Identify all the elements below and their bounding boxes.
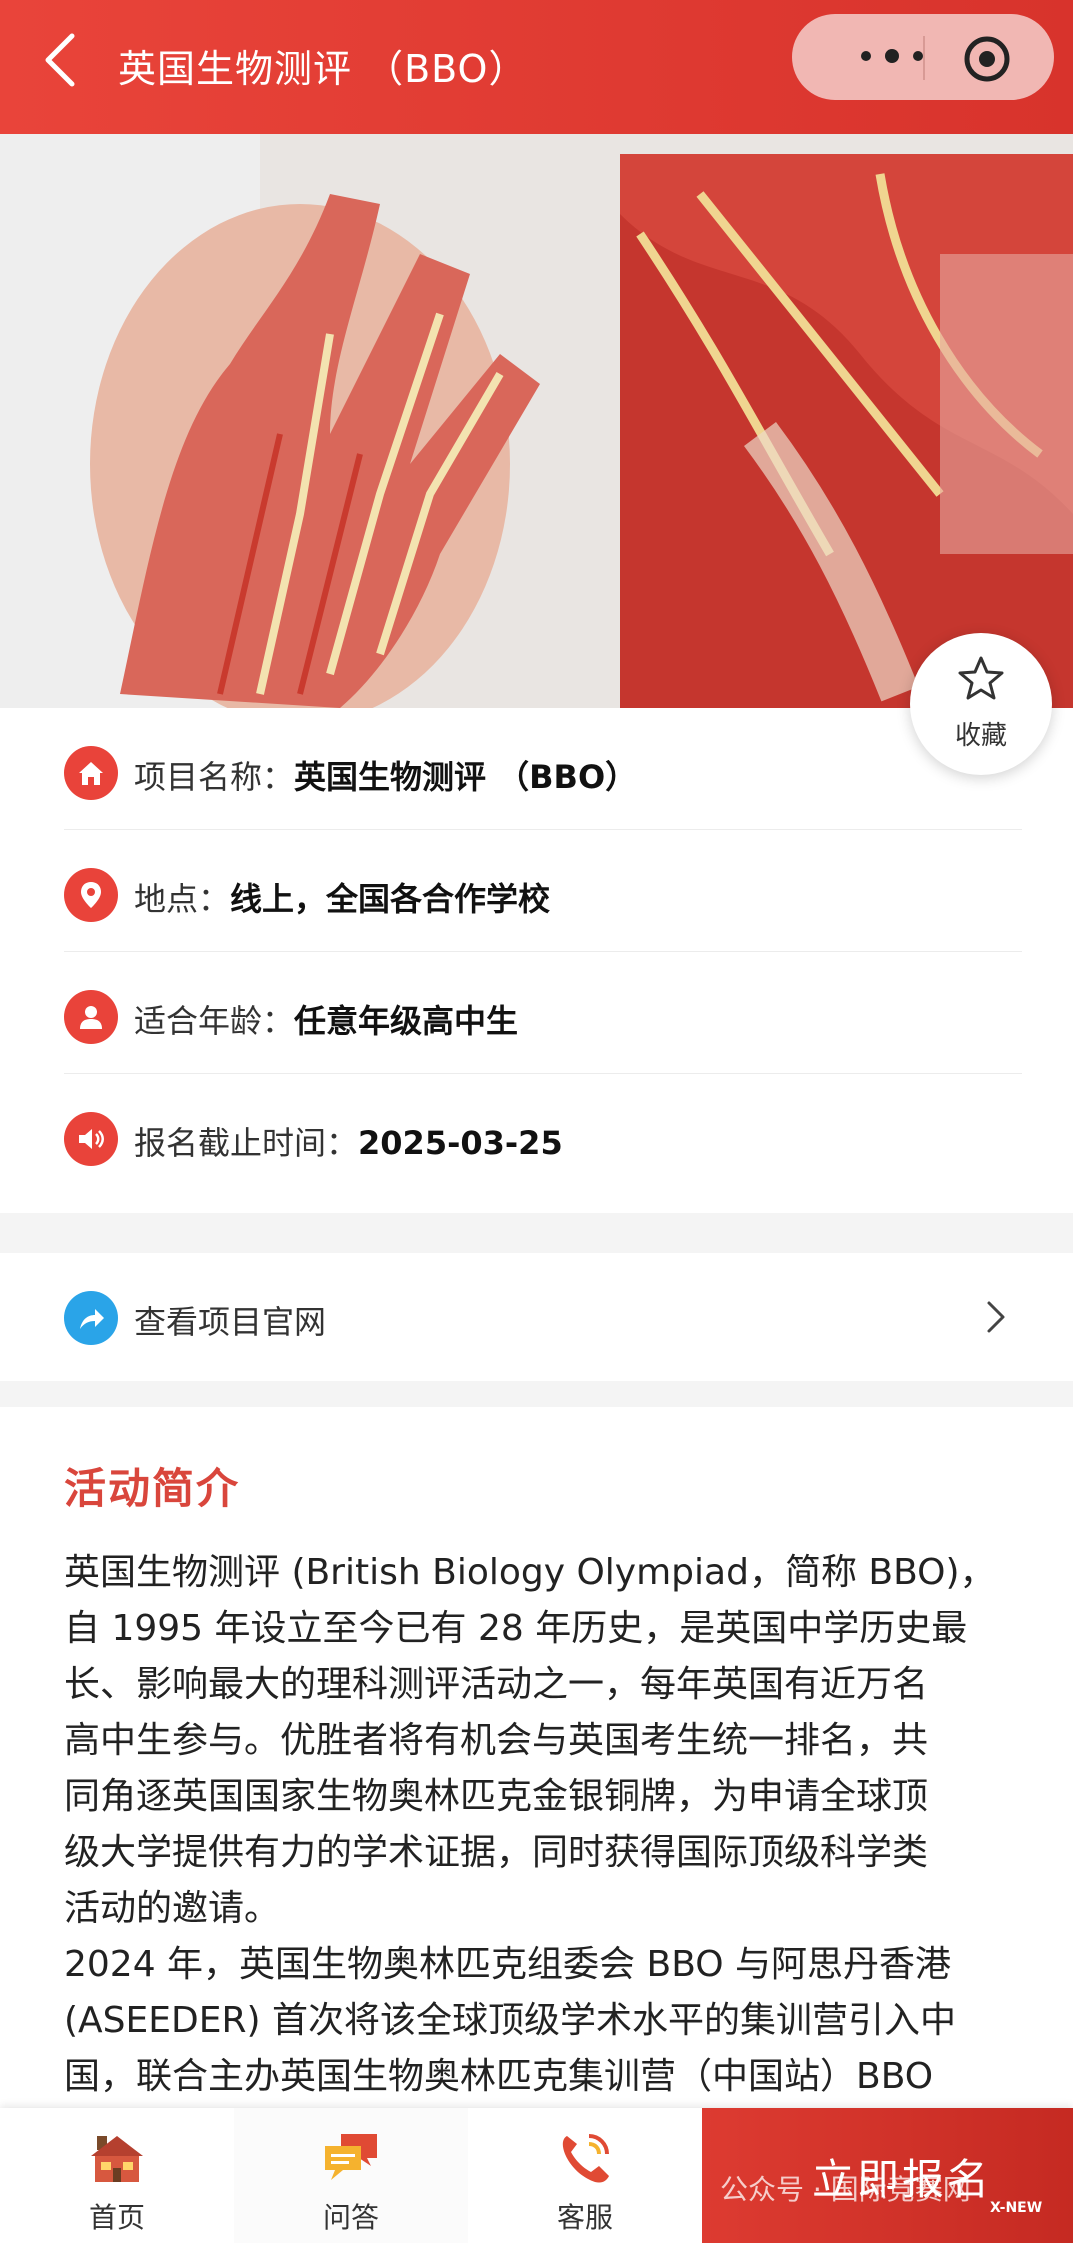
hero-image — [0, 134, 1073, 708]
intro-line: 活动的邀请。 — [64, 1888, 281, 1929]
info-row-age: 适合年龄：任意年级高中生 — [64, 952, 1022, 1074]
phone-icon — [562, 2134, 609, 2183]
user-icon — [64, 990, 118, 1044]
tab-home[interactable]: 首页 — [0, 2108, 234, 2243]
watermark-text: 公众号 · 国际竞赛网 — [720, 2173, 971, 2206]
info-value: 线上，全国各合作学校 — [230, 880, 551, 918]
more-dots-icon[interactable] — [852, 36, 932, 76]
chevron-right-icon — [987, 1301, 1005, 1333]
intro-line: 级大学提供有力的学术证据，同时获得国际顶级科学类 — [64, 1832, 929, 1873]
section-gap — [0, 1381, 1073, 1407]
section-heading: 活动简介 — [64, 1464, 241, 1513]
chat-bubbles-icon — [325, 2134, 377, 2180]
info-value: 任意年级高中生 — [294, 1002, 519, 1040]
info-label: 地点： — [134, 880, 231, 918]
info-label: 适合年龄： — [134, 1002, 295, 1040]
intro-line: 高中生参与。优胜者将有机会与英国考生统一排名，共 — [64, 1720, 929, 1761]
tab-label: 首页 — [88, 2201, 145, 2234]
intro-line: 自 1995 年设立至今已有 28 年历史，是英国中学历史最 — [64, 1608, 968, 1649]
close-target-icon[interactable] — [962, 34, 1012, 84]
mini-program-capsule — [792, 14, 1054, 100]
back-arrow-icon[interactable] — [38, 30, 82, 90]
tab-label: 客服 — [556, 2201, 613, 2234]
speaker-icon — [64, 1112, 118, 1166]
watermark-badge: X-NEW — [990, 2200, 1043, 2216]
info-label: 报名截止时间： — [134, 1124, 359, 1162]
house-icon — [91, 2136, 143, 2182]
intro-line: (ASEEDER) 首次将该全球顶级学术水平的集训营引入中 — [64, 2000, 956, 2041]
intro-line: 国，联合主办英国生物奥林匹克集训营（中国站）BBO — [64, 2056, 934, 2097]
official-site-link[interactable]: 查看项目官网 — [0, 1253, 1073, 1381]
tab-qa[interactable]: 问答 — [234, 2108, 468, 2243]
intro-line: 英国生物测评 (British Biology Olympiad，简称 BBO)… — [64, 1552, 996, 1593]
intro-line: 同角逐英国国家生物奥林匹克金银铜牌，为申请全球顶 — [64, 1776, 929, 1817]
tab-service[interactable]: 客服 — [468, 2108, 702, 2243]
share-arrow-icon — [64, 1291, 118, 1345]
page-title: 英国生物测评 （BBO） — [118, 47, 528, 91]
location-pin-icon — [64, 868, 118, 922]
info-row-name: 项目名称：英国生物测评 （BBO） — [64, 708, 1022, 830]
intro-line: 2024 年，英国生物奥林匹克组委会 BBO 与阿思丹香港 — [64, 1944, 952, 1985]
tab-label: 问答 — [322, 2201, 379, 2234]
info-row-location: 地点：线上，全国各合作学校 — [64, 830, 1022, 952]
section-gap — [0, 1213, 1073, 1253]
capsule-divider — [923, 36, 925, 80]
home-icon — [64, 746, 118, 800]
star-icon — [958, 656, 1004, 700]
info-value: 2025-03-25 — [358, 1124, 563, 1162]
official-site-label: 查看项目官网 — [134, 1303, 327, 1341]
info-label: 项目名称： — [134, 758, 295, 796]
title-bar: 英国生物测评 （BBO） — [0, 0, 1073, 134]
intro-line: 长、影响最大的理科测评活动之一，每年英国有近万名 — [64, 1664, 929, 1705]
info-row-deadline: 报名截止时间：2025-03-25 — [64, 1074, 1022, 1196]
activity-intro: 活动简介 英国生物测评 (British Biology Olympiad，简称… — [0, 1407, 1073, 2107]
info-value: 英国生物测评 （BBO） — [294, 758, 638, 796]
